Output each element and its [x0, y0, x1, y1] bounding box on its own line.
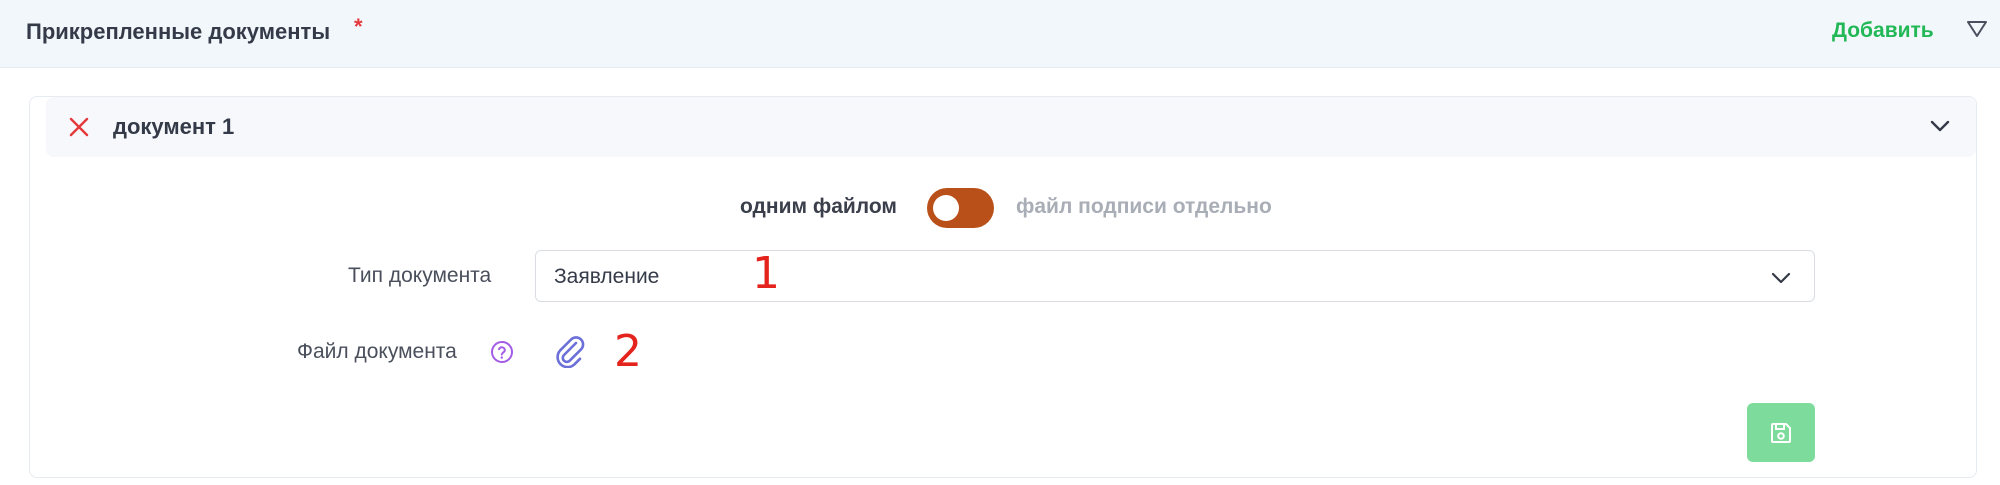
toggle-knob [933, 195, 959, 221]
section-title: Прикрепленные документы [26, 19, 331, 44]
document-type-value: Заявление [554, 265, 660, 288]
chevron-down-icon [1771, 272, 1791, 284]
signature-mode-toggle[interactable] [927, 188, 994, 228]
document-title: документ 1 [113, 114, 235, 139]
document-type-label: Тип документа [348, 264, 492, 287]
toggle-label-single-file: одним файлом [740, 195, 897, 218]
annotation-number: 2 [614, 326, 642, 377]
close-icon[interactable] [68, 116, 90, 138]
floppy-disk-icon [1771, 423, 1791, 443]
document-card-header[interactable] [46, 97, 1976, 157]
annotation-number: 1 [752, 248, 780, 299]
required-marker: * [354, 14, 363, 39]
document-file-label: Файл документа [297, 340, 457, 363]
add-document-button[interactable]: Добавить [1832, 19, 1934, 43]
document-type-select[interactable]: Заявление [535, 250, 1815, 302]
paperclip-icon[interactable] [554, 334, 586, 368]
help-icon[interactable] [490, 340, 514, 364]
toggle-label-separate-signature: файл подписи отдельно [1016, 195, 1272, 218]
triangle-down-icon[interactable] [1966, 20, 1988, 38]
chevron-down-icon[interactable] [1928, 114, 1952, 138]
save-button[interactable] [1747, 403, 1815, 462]
